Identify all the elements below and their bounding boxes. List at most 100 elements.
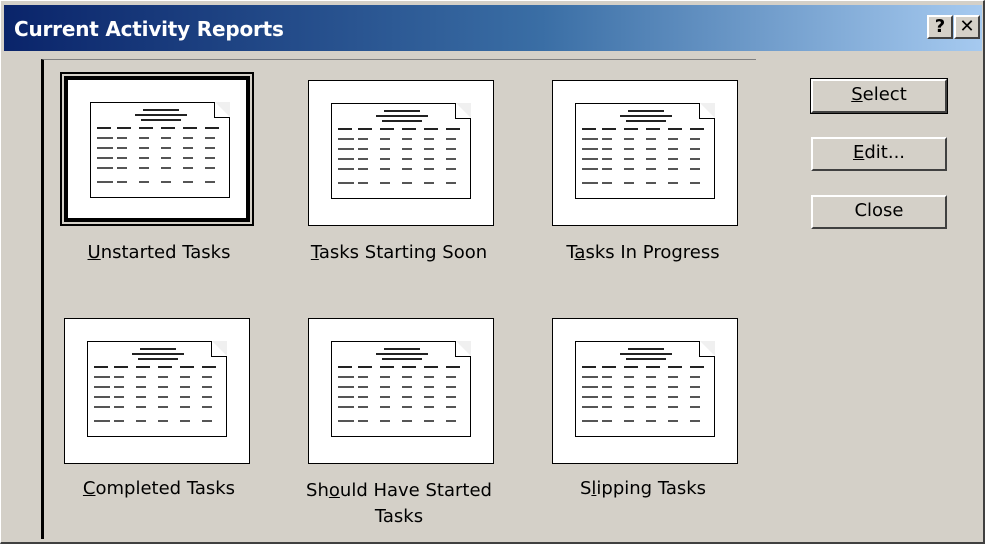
preview-line bbox=[628, 348, 664, 350]
preview-line bbox=[690, 148, 700, 150]
preview-line bbox=[626, 120, 666, 122]
close-window-button[interactable]: ✕ bbox=[954, 15, 980, 39]
report-thumbnail[interactable] bbox=[60, 72, 254, 226]
preview-line bbox=[646, 406, 656, 408]
preview-line bbox=[668, 158, 678, 160]
preview-line bbox=[402, 376, 412, 378]
preview-line bbox=[424, 128, 438, 130]
preview-line bbox=[138, 358, 178, 360]
preview-line bbox=[690, 396, 700, 398]
preview-line bbox=[424, 406, 434, 408]
preview-line bbox=[668, 420, 678, 422]
page-fold-icon bbox=[455, 341, 471, 357]
close-button-label: Close bbox=[854, 200, 904, 221]
preview-line bbox=[358, 396, 368, 398]
preview-line bbox=[624, 406, 634, 408]
preview-line bbox=[94, 396, 110, 398]
preview-line bbox=[402, 366, 416, 368]
preview-line bbox=[338, 138, 354, 140]
preview-line bbox=[205, 147, 215, 149]
preview-line bbox=[646, 158, 656, 160]
preview-line bbox=[338, 182, 354, 184]
page-fold-icon bbox=[211, 341, 227, 357]
preview-line bbox=[668, 148, 678, 150]
report-page-preview bbox=[575, 341, 715, 437]
preview-line bbox=[646, 376, 656, 378]
close-icon: ✕ bbox=[959, 16, 975, 37]
preview-line bbox=[646, 148, 656, 150]
preview-line bbox=[136, 406, 146, 408]
report-page-preview bbox=[575, 103, 715, 199]
preview-line bbox=[602, 128, 616, 130]
preview-line bbox=[338, 158, 354, 160]
edit-button[interactable]: Edit... bbox=[811, 137, 947, 171]
preview-line bbox=[380, 158, 390, 160]
preview-line bbox=[139, 147, 149, 149]
preview-line bbox=[602, 406, 612, 408]
help-button[interactable]: ? bbox=[927, 15, 953, 39]
preview-line bbox=[117, 127, 131, 129]
preview-line bbox=[358, 182, 368, 184]
report-label: Completed Tasks bbox=[44, 478, 274, 499]
preview-line bbox=[358, 128, 372, 130]
report-label-text: Completed Tasks bbox=[82, 478, 236, 499]
preview-line bbox=[582, 366, 596, 368]
close-button[interactable]: Close bbox=[811, 195, 947, 229]
preview-line bbox=[668, 168, 678, 170]
preview-line bbox=[690, 366, 704, 368]
report-thumbnail[interactable] bbox=[308, 318, 494, 464]
report-thumbnail[interactable] bbox=[552, 80, 738, 226]
preview-line bbox=[135, 114, 187, 116]
report-thumbnail[interactable] bbox=[552, 318, 738, 464]
preview-line bbox=[626, 358, 666, 360]
preview-line bbox=[161, 147, 171, 149]
preview-line bbox=[582, 420, 598, 422]
preview-line bbox=[668, 182, 678, 184]
preview-line bbox=[380, 386, 390, 388]
preview-line bbox=[158, 366, 172, 368]
preview-line bbox=[338, 168, 354, 170]
preview-line bbox=[180, 406, 190, 408]
preview-line bbox=[380, 420, 390, 422]
preview-line bbox=[602, 396, 612, 398]
preview-line bbox=[624, 148, 634, 150]
report-label: Tasks Starting Soon bbox=[284, 242, 514, 263]
preview-line bbox=[338, 128, 352, 130]
report-label-text: Should Have Started Tasks bbox=[306, 480, 492, 527]
preview-line bbox=[668, 128, 682, 130]
preview-line bbox=[97, 181, 113, 183]
preview-line bbox=[382, 120, 422, 122]
page-fold-icon bbox=[214, 102, 230, 118]
report-thumbnail[interactable] bbox=[64, 318, 250, 464]
title-bar: Current Activity Reports ? ✕ bbox=[4, 5, 982, 51]
preview-line bbox=[143, 109, 179, 111]
report-thumbnail[interactable] bbox=[308, 80, 494, 226]
select-button[interactable]: Select bbox=[810, 78, 948, 114]
preview-line bbox=[646, 182, 656, 184]
preview-line bbox=[180, 386, 190, 388]
preview-line bbox=[141, 119, 181, 121]
preview-line bbox=[139, 137, 149, 139]
preview-line bbox=[180, 396, 190, 398]
preview-line bbox=[114, 386, 124, 388]
preview-line bbox=[358, 376, 368, 378]
preview-line bbox=[424, 168, 434, 170]
preview-line bbox=[202, 366, 216, 368]
preview-line bbox=[94, 420, 110, 422]
preview-line bbox=[136, 376, 146, 378]
report-label: Tasks In Progress bbox=[528, 242, 758, 263]
report-page-preview bbox=[90, 102, 230, 198]
preview-line bbox=[158, 396, 168, 398]
preview-line bbox=[183, 127, 197, 129]
preview-line bbox=[582, 168, 598, 170]
preview-line bbox=[117, 157, 127, 159]
preview-line bbox=[424, 366, 438, 368]
preview-line bbox=[139, 181, 149, 183]
preview-line bbox=[628, 110, 664, 112]
preview-line bbox=[424, 386, 434, 388]
preview-line bbox=[582, 376, 598, 378]
preview-line bbox=[94, 406, 110, 408]
preview-line bbox=[183, 157, 193, 159]
preview-line bbox=[161, 157, 171, 159]
preview-line bbox=[380, 128, 394, 130]
